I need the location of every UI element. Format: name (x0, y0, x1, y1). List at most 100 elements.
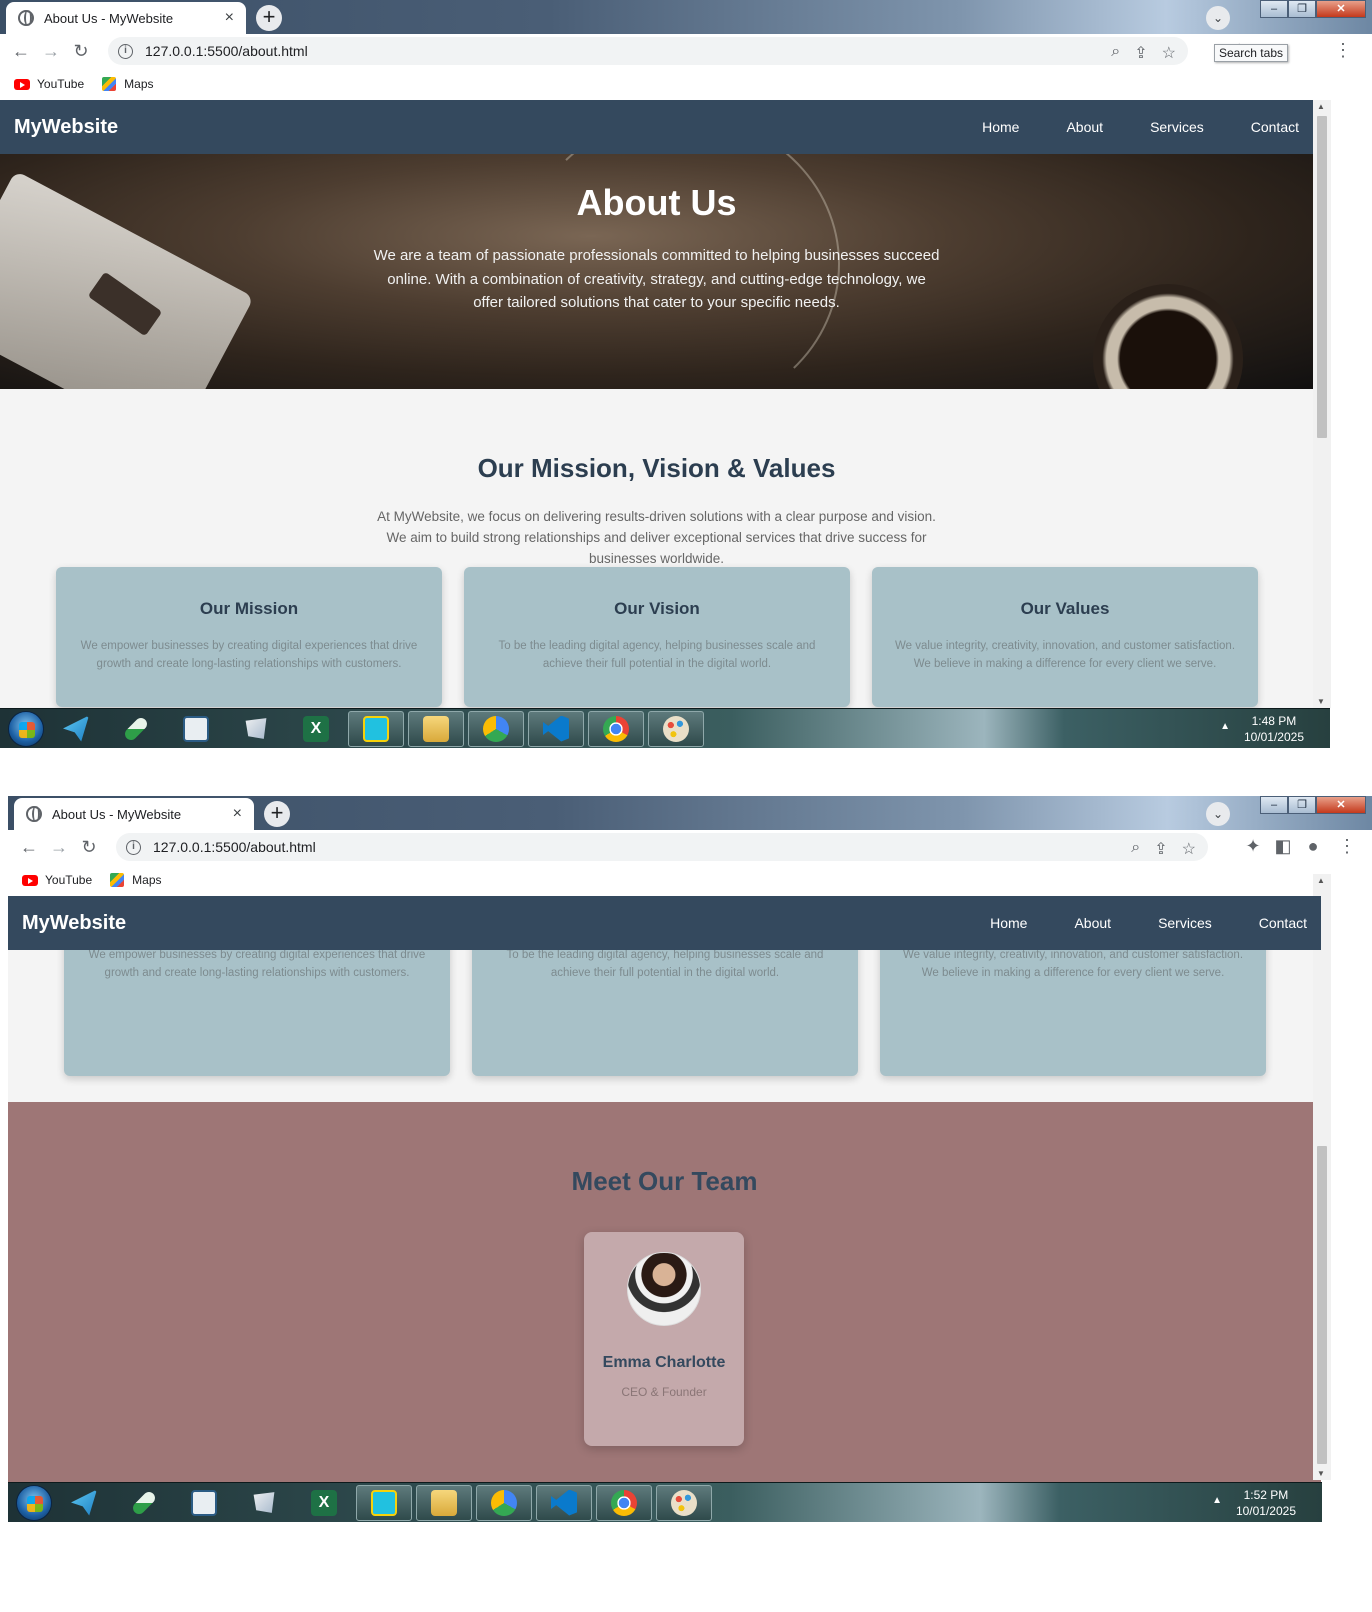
site-info-icon[interactable]: i (118, 43, 133, 59)
tab-close-icon[interactable]: × (225, 9, 234, 27)
bookmark-youtube[interactable]: YouTube (22, 873, 92, 887)
palette-icon[interactable] (648, 710, 704, 747)
card-title: Our Values (1020, 599, 1110, 618)
paint-tool-icon[interactable] (356, 1484, 412, 1521)
page-scrollbar[interactable]: ▲ ▼ (1313, 100, 1331, 708)
globe-icon (18, 10, 34, 26)
address-bar[interactable]: i 127.0.0.1:5500/about.html ⌕ ⇪ ☆ (116, 833, 1208, 861)
excel-icon[interactable]: X (288, 711, 344, 747)
card-values: We value integrity, creativity, innovati… (880, 950, 1266, 1076)
system-clock[interactable]: 1:48 PM 10/01/2025 (1244, 713, 1304, 745)
bookmark-maps[interactable]: Maps (110, 873, 162, 887)
zoom-icon[interactable]: ⌕ (1111, 43, 1120, 63)
hero-text: We are a team of passionate professional… (373, 247, 940, 311)
tray-expand-icon[interactable]: ▲ (1220, 721, 1230, 732)
search-tabs-tooltip: Search tabs (1213, 44, 1288, 62)
tab-close-icon[interactable]: × (233, 805, 242, 823)
scissors-icon[interactable] (228, 711, 284, 747)
new-tab-button[interactable]: + (256, 5, 282, 31)
scroll-thumb[interactable] (1317, 1146, 1327, 1464)
share-icon[interactable]: ⇪ (1154, 839, 1167, 859)
card-text: To be the leading digital agency, helpin… (506, 950, 824, 979)
tab-search-button[interactable]: ⌄ (1206, 802, 1230, 826)
start-button-icon[interactable] (8, 710, 44, 747)
scroll-up-icon[interactable]: ▲ (1317, 102, 1325, 111)
nav-link-home[interactable]: Home (982, 119, 1019, 135)
card-values: Our Values We value integrity, creativit… (872, 567, 1258, 707)
nav-link-contact[interactable]: Contact (1259, 915, 1307, 931)
zoom-icon[interactable]: ⌕ (1131, 839, 1140, 859)
side-panel-icon[interactable]: ◧ (1268, 836, 1298, 857)
scroll-up-icon[interactable]: ▲ (1317, 876, 1325, 885)
nav-link-about[interactable]: About (1074, 915, 1111, 931)
reload-icon[interactable]: ↻ (66, 41, 96, 62)
paint-tool-icon[interactable] (348, 710, 404, 747)
bookmark-youtube[interactable]: YouTube (14, 77, 84, 91)
address-bar[interactable]: i 127.0.0.1:5500/about.html ⌕ ⇪ ☆ (108, 37, 1188, 65)
forward-arrow-icon[interactable]: → (36, 41, 66, 62)
extensions-icon[interactable]: ✦ (1238, 836, 1268, 857)
bookmark-maps[interactable]: Maps (102, 77, 154, 91)
chrome-canary-icon[interactable] (468, 710, 524, 747)
nav-link-home[interactable]: Home (990, 915, 1027, 931)
reload-icon[interactable]: ↻ (74, 837, 104, 858)
browser-tab[interactable]: About Us - MyWebsite × (6, 2, 246, 34)
site-brand[interactable]: MyWebsite (14, 116, 118, 139)
telegram-icon[interactable] (56, 1485, 112, 1521)
close-window-button[interactable]: ✕ (1316, 796, 1366, 814)
chrome-icon[interactable] (596, 1484, 652, 1521)
file-explorer-icon[interactable] (416, 1484, 472, 1521)
page-scrolled-content: We empower businesses by creating digita… (8, 950, 1321, 1502)
chrome-icon[interactable] (588, 710, 644, 747)
section-title: Our Mission, Vision & Values (477, 453, 836, 483)
file-explorer-icon[interactable] (408, 710, 464, 747)
scroll-thumb[interactable] (1317, 116, 1327, 438)
system-clock[interactable]: 1:52 PM 10/01/2025 (1236, 1487, 1296, 1519)
menu-kebab-icon[interactable]: ⋮ (1332, 836, 1362, 857)
tab-search-button[interactable]: ⌄ (1206, 6, 1230, 30)
bookmark-star-icon[interactable]: ☆ (1182, 839, 1196, 859)
page-scrollbar[interactable]: ▲ ▼ (1313, 874, 1331, 1480)
nav-links: Home About Services Contact (982, 119, 1299, 135)
url-text: 127.0.0.1:5500/about.html (145, 43, 308, 59)
tray-expand-icon[interactable]: ▲ (1212, 1495, 1222, 1506)
globe-icon (26, 806, 42, 822)
nav-link-about[interactable]: About (1066, 119, 1103, 135)
site-brand[interactable]: MyWebsite (22, 912, 126, 935)
window-icon[interactable] (168, 711, 224, 747)
telegram-icon[interactable] (48, 711, 104, 747)
back-arrow-icon[interactable]: ← (14, 837, 44, 858)
minimize-button[interactable]: – (1260, 796, 1288, 814)
excel-icon[interactable]: X (296, 1485, 352, 1521)
vscode-icon[interactable] (528, 710, 584, 747)
scroll-down-icon[interactable]: ▼ (1317, 1469, 1325, 1478)
nav-link-contact[interactable]: Contact (1251, 119, 1299, 135)
new-tab-button[interactable]: + (264, 801, 290, 827)
close-window-button[interactable]: ✕ (1316, 0, 1366, 18)
palette-icon[interactable] (656, 1484, 712, 1521)
browser-tab[interactable]: About Us - MyWebsite × (14, 798, 254, 830)
card-mission: We empower businesses by creating digita… (64, 950, 450, 1076)
forward-arrow-icon[interactable]: → (44, 837, 74, 858)
site-info-icon[interactable]: i (126, 839, 141, 855)
nav-link-services[interactable]: Services (1158, 915, 1212, 931)
nav-link-services[interactable]: Services (1150, 119, 1204, 135)
scroll-down-icon[interactable]: ▼ (1317, 697, 1325, 706)
start-button-icon[interactable] (16, 1484, 52, 1521)
minimize-button[interactable]: – (1260, 0, 1288, 18)
clock-date: 10/01/2025 (1235, 1504, 1296, 1518)
bookmarks-bar: YouTube Maps (8, 864, 1372, 896)
maximize-button[interactable]: ❐ (1288, 0, 1316, 18)
profile-avatar-icon[interactable]: ● (1298, 836, 1328, 857)
bookmark-star-icon[interactable]: ☆ (1162, 43, 1176, 63)
vscode-icon[interactable] (536, 1484, 592, 1521)
share-icon[interactable]: ⇪ (1134, 43, 1147, 63)
back-arrow-icon[interactable]: ← (6, 41, 36, 62)
pill-icon[interactable] (108, 711, 164, 747)
maximize-button[interactable]: ❐ (1288, 796, 1316, 814)
menu-kebab-icon[interactable]: ⋮ (1328, 40, 1358, 61)
chrome-canary-icon[interactable] (476, 1484, 532, 1521)
pill-icon[interactable] (116, 1485, 172, 1521)
window-icon[interactable] (176, 1485, 232, 1521)
scissors-icon[interactable] (236, 1485, 292, 1521)
